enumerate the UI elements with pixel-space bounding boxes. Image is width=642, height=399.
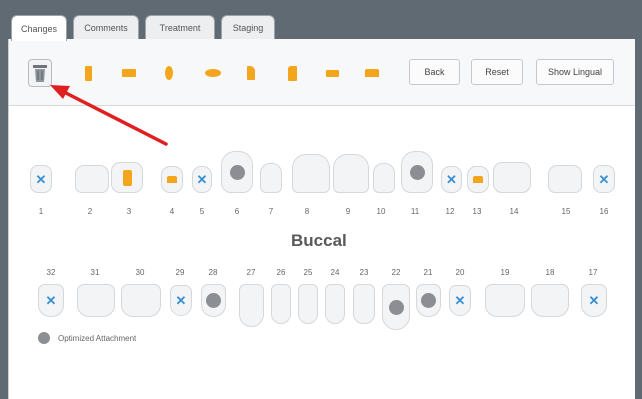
- tab-changes[interactable]: Changes: [11, 15, 67, 41]
- annotation-arrow: [50, 85, 168, 146]
